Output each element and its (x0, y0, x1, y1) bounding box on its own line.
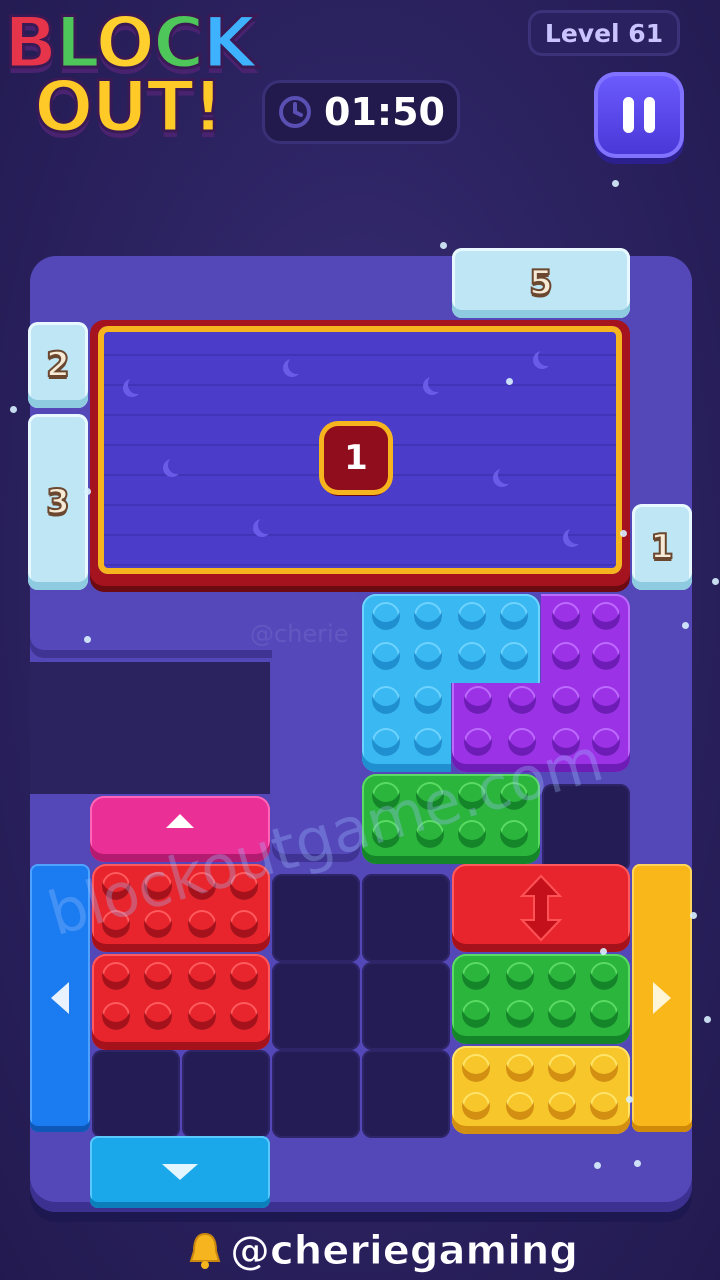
snow-particle (712, 578, 719, 585)
frozen-counter: 3 (45, 481, 71, 523)
grid-cell (92, 1050, 180, 1138)
board-gap (30, 662, 270, 794)
goal-block[interactable]: 1 (90, 320, 630, 586)
snow-particle (620, 530, 627, 537)
yellow-exit-gate[interactable] (632, 864, 692, 1132)
level-label: Level 61 (528, 10, 680, 56)
snow-particle (10, 406, 17, 413)
timer-value: 01:50 (324, 90, 445, 134)
snow-particle (612, 180, 619, 187)
snow-particle (84, 636, 91, 643)
grid-cell (272, 1050, 360, 1138)
snow-particle (440, 242, 447, 249)
game-logo: BLOCK OUT! (0, 0, 270, 150)
arrow-right-icon (653, 982, 671, 1014)
bell-icon (189, 1232, 221, 1269)
logo-word-out: OUT! (32, 65, 225, 150)
yellow-block[interactable] (452, 1046, 630, 1134)
timer: 01:50 (262, 80, 460, 144)
arrow-down-icon (162, 1164, 198, 1180)
grid-cell (362, 962, 450, 1050)
snow-particle (594, 1162, 601, 1169)
frozen-counter: 5 (528, 262, 554, 304)
frozen-tile-left-top: 2 (28, 322, 88, 408)
arrow-up-icon (166, 814, 194, 828)
moon-icon (428, 374, 446, 392)
moon-icon (568, 526, 586, 544)
credit-text: @cheriegaming (229, 1228, 579, 1275)
grid-cell (182, 1050, 270, 1138)
goal-counter: 1 (324, 426, 388, 490)
snow-particle (506, 378, 513, 385)
frozen-tile-left-bottom: 3 (28, 414, 88, 590)
vertical-arrows-icon (519, 874, 563, 942)
snow-particle (84, 488, 91, 495)
moon-icon (538, 348, 556, 366)
cyan-exit-gate[interactable] (90, 1136, 270, 1208)
snow-particle (690, 912, 697, 919)
moon-icon (128, 376, 146, 394)
snow-particle (626, 1096, 633, 1103)
clock-icon (279, 96, 311, 128)
red-block-lower[interactable] (92, 954, 270, 1050)
grid-cell (362, 1050, 450, 1138)
pause-icon (623, 97, 634, 133)
green-block-bottom[interactable] (452, 954, 630, 1044)
frozen-tile-top: 5 (452, 248, 630, 318)
snow-particle (600, 948, 607, 955)
frozen-tile-right: 1 (632, 504, 692, 590)
snow-particle (634, 1160, 641, 1167)
snow-particle (704, 1016, 711, 1023)
arrow-left-icon (51, 982, 69, 1014)
grid-cell (272, 874, 360, 962)
pause-button[interactable] (594, 72, 684, 158)
grid-cell (272, 962, 360, 1050)
watermark-small: @cherie (250, 620, 349, 648)
moon-icon (168, 456, 186, 474)
red-arrow-block[interactable] (452, 864, 630, 952)
snow-particle (682, 622, 689, 629)
moon-icon (498, 466, 516, 484)
frozen-counter: 1 (649, 526, 675, 568)
frozen-counter: 2 (45, 344, 71, 386)
grid-cell (362, 874, 450, 962)
moon-icon (258, 516, 276, 534)
creator-credit: @cheriegaming (188, 1228, 579, 1275)
moon-icon (288, 356, 306, 374)
